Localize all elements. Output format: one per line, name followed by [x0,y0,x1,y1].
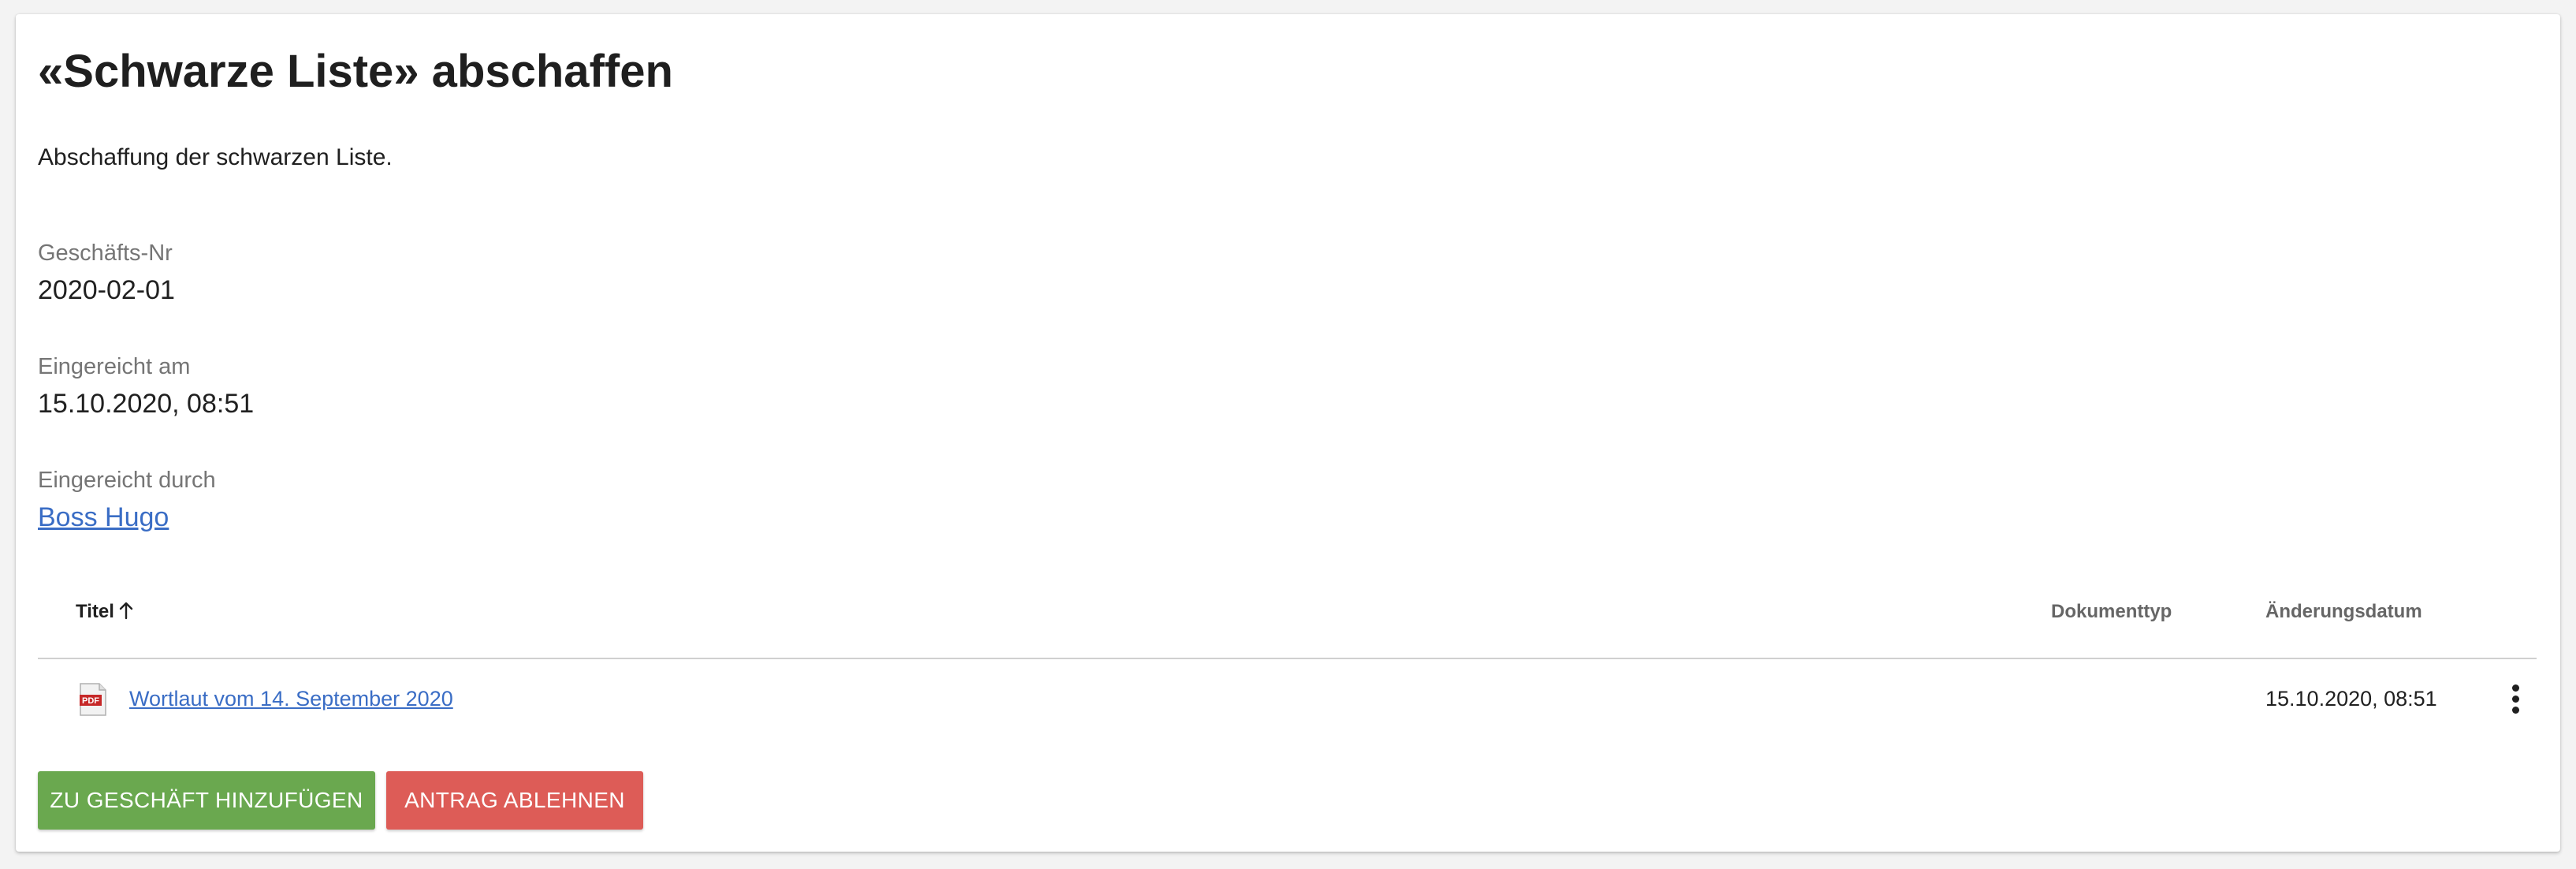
document-title-link[interactable]: Wortlaut vom 14. September 2020 [129,686,453,711]
column-header-document-type[interactable]: Dokumenttyp [2051,601,2172,624]
submitted-by-label: Eingereicht durch [38,468,216,493]
submitted-at-value: 15.10.2020, 08:51 [38,389,255,419]
motion-description: Abschaffung der schwarzen Liste. [38,144,393,170]
arrow-up-icon [117,601,135,620]
more-vertical-icon[interactable] [2500,680,2532,719]
add-to-business-button[interactable]: ZU GESCHÄFT HINZUFÜGEN [38,771,375,830]
table-row: PDF Wortlaut vom 14. September 2020 15.1… [38,659,2537,738]
document-change-date: 15.10.2020, 08:51 [2265,687,2437,710]
motion-card: «Schwarze Liste» abschaffen Abschaffung … [16,14,2560,852]
column-header-change-date[interactable]: Änderungsdatum [2265,601,2422,624]
submitted-by-link[interactable]: Boss Hugo [38,502,169,534]
reject-motion-button[interactable]: ANTRAG ABLEHNEN [386,771,643,830]
column-header-title[interactable]: Titel [76,601,135,624]
pdf-file-icon: PDF [79,683,107,716]
pdf-icon-text: PDF [82,696,99,706]
page-title: «Schwarze Liste» abschaffen [38,46,673,97]
business-number-label: Geschäfts-Nr [38,241,173,266]
business-number-value: 2020-02-01 [38,275,175,305]
documents-table-header: Titel Dokumenttyp Änderungsdatum [38,579,2537,659]
column-header-title-label: Titel [76,601,114,622]
submitted-at-label: Eingereicht am [38,354,191,379]
